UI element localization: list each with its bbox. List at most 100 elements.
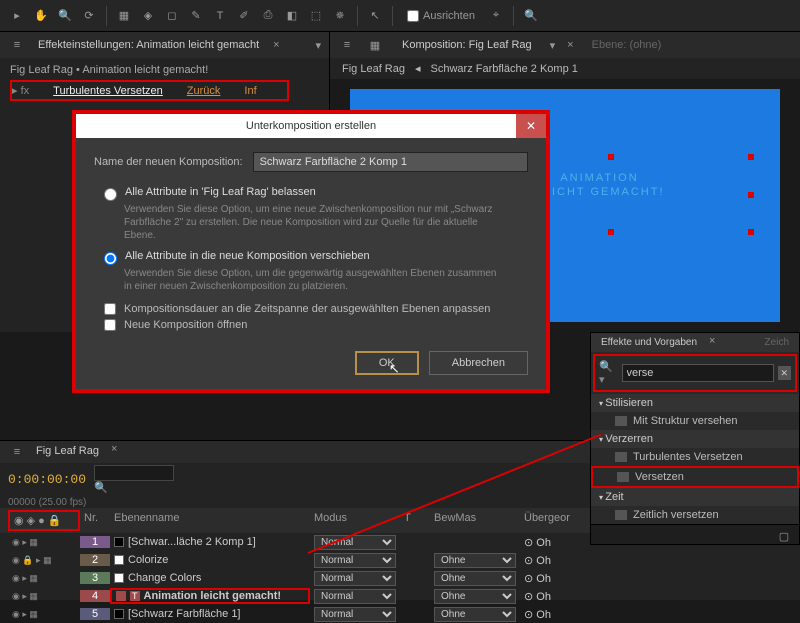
nr-column-header: Nr. <box>80 510 110 531</box>
breadcrumb-item[interactable]: Schwarz Farbfläche 2 Komp 1 <box>431 63 578 75</box>
av-column-header: ◉ ◈ ● 🔒 <box>8 510 80 531</box>
panel-menu-icon[interactable]: ≡ <box>8 36 26 54</box>
effect-item[interactable]: Turbulentes Versetzen <box>591 448 799 466</box>
transform-handle[interactable] <box>748 192 754 198</box>
align-checkbox[interactable]: Ausrichten <box>401 8 481 24</box>
cancel-button[interactable]: Abbrechen <box>429 351 528 375</box>
effect-info: Inf <box>244 85 256 97</box>
mode-select[interactable]: Normal <box>314 607 396 622</box>
precompose-dialog: Unterkomposition erstellen ✕ Name der ne… <box>72 110 550 393</box>
effect-name[interactable]: Turbulentes Versetzen <box>53 85 163 97</box>
layer-row[interactable]: ◉ ▸ ▦ 4 TAnimation leicht gemacht! Norma… <box>0 587 800 605</box>
adjust-duration-checkbox[interactable]: Kompositionsdauer an die Zeitspanne der … <box>104 303 528 315</box>
zoom-tool-icon[interactable]: 🔍 <box>56 7 74 25</box>
mode-select[interactable]: Normal <box>314 553 396 568</box>
pen-tool-icon[interactable]: ✎ <box>187 7 205 25</box>
mode-select[interactable]: Normal <box>314 571 396 586</box>
layer-row[interactable]: ◉ ▸ ▦ 3 Change Colors Normal Ohne ⊙ Oh <box>0 569 800 587</box>
fps-label: 00000 (25.00 fps) <box>8 497 86 508</box>
transform-handle[interactable] <box>748 229 754 235</box>
effect-path: Fig Leaf Rag • Animation leicht gemacht! <box>10 64 319 76</box>
roto-tool-icon[interactable]: ⬚ <box>307 7 325 25</box>
text-layer[interactable]: ANIMATION LEICHT GEMACHT! <box>534 171 664 200</box>
effect-category[interactable]: Stilisieren <box>591 394 799 412</box>
panel-folder-icon[interactable]: ▢ <box>775 527 793 545</box>
rotate-tool-icon[interactable]: ⟳ <box>80 7 98 25</box>
separator <box>513 6 514 26</box>
breadcrumb-item[interactable]: Fig Leaf Rag <box>342 63 405 75</box>
t-column-header: T <box>400 510 430 531</box>
transform-handle[interactable] <box>748 154 754 160</box>
effects-presets-tab[interactable]: Effekte und Vorgaben <box>595 335 703 350</box>
timeline-search-input[interactable] <box>94 465 174 481</box>
stamp-tool-icon[interactable]: ⎙ <box>259 7 277 25</box>
mode-select[interactable]: Normal <box>314 535 396 550</box>
timecode[interactable]: 0:00:00:00 <box>8 472 86 487</box>
name-column-header: Ebenenname <box>110 510 310 531</box>
effect-row: ▸ fx Turbulentes Versetzen Zurück Inf <box>10 80 289 101</box>
selection-tool-icon[interactable]: ▸ <box>8 7 26 25</box>
panel-menu-icon[interactable]: ≡ <box>8 443 26 461</box>
dialog-title: Unterkomposition erstellen <box>246 120 376 132</box>
hand-tool-icon[interactable]: ✋ <box>32 7 50 25</box>
zeich-tab[interactable]: Zeich <box>759 335 795 350</box>
effect-item[interactable]: Zeitlich versetzen <box>591 506 799 524</box>
comp-icon: ▦ <box>366 36 384 54</box>
leave-attributes-radio[interactable] <box>104 188 117 201</box>
effect-reset-link[interactable]: Zurück <box>187 85 221 97</box>
ok-button[interactable]: OK ↖ <box>355 351 419 375</box>
cursor-tool-icon[interactable]: ↖ <box>366 7 384 25</box>
effect-settings-tab[interactable]: Effekteinstellungen: Animation leicht ge… <box>30 37 267 53</box>
clear-search-icon[interactable]: ✕ <box>778 366 791 380</box>
parent-column-header: Übergeor <box>520 510 580 531</box>
composition-tab[interactable]: Komposition: Fig Leaf Rag <box>394 37 540 53</box>
separator <box>392 6 393 26</box>
panel-chevron-icon[interactable]: ▾ <box>315 39 321 52</box>
effects-search-input[interactable] <box>622 364 774 382</box>
transform-handle[interactable] <box>608 154 614 160</box>
effect-category[interactable]: Zeit <box>591 488 799 506</box>
tab-close-icon[interactable]: × <box>273 39 279 51</box>
effects-presets-panel: Effekte und Vorgaben × Zeich 🔍▾ ✕ Stilis… <box>590 332 800 545</box>
track-matte-select[interactable]: Ohne <box>434 589 516 604</box>
mode-select[interactable]: Normal <box>314 589 396 604</box>
search-icon[interactable]: 🔍 <box>522 7 540 25</box>
move-attributes-radio[interactable] <box>104 252 117 265</box>
breadcrumb: Fig Leaf Rag ◂ Schwarz Farbfläche 2 Komp… <box>330 58 800 79</box>
dialog-close-button[interactable]: ✕ <box>516 114 546 138</box>
tab-close-icon[interactable]: × <box>111 443 117 461</box>
brush-tool-icon[interactable]: ✐ <box>235 7 253 25</box>
layer-row[interactable]: ◉ 🔒 ▸ ▦ 2 Colorize Normal Ohne ⊙ Oh <box>0 551 800 569</box>
track-matte-select[interactable]: Ohne <box>434 553 516 568</box>
composition-name-input[interactable] <box>253 152 528 172</box>
timeline-search[interactable]: 🔍 <box>94 465 174 494</box>
main-toolbar: ▸ ✋ 🔍 ⟳ ▦ ◈ ◻ ✎ T ✐ ⎙ ◧ ⬚ ✵ ↖ Ausrichten… <box>0 0 800 32</box>
track-matte-select[interactable]: Ohne <box>434 607 516 622</box>
effect-item[interactable]: Mit Struktur versehen <box>591 412 799 430</box>
trk-column-header: BewMas <box>430 510 520 531</box>
effect-category[interactable]: Verzerren <box>591 430 799 448</box>
effect-item-versetzen[interactable]: Versetzen <box>591 466 799 488</box>
transform-handle[interactable] <box>608 229 614 235</box>
tab-close-icon[interactable]: × <box>709 335 715 350</box>
ebene-tab[interactable]: Ebene: (ohne) <box>584 37 670 53</box>
radio-label: Alle Attribute in die neue Komposition v… <box>125 250 370 262</box>
snap-icon[interactable]: ⌖ <box>487 7 505 25</box>
timeline-tab[interactable]: Fig Leaf Rag <box>26 443 109 461</box>
panel-menu-icon[interactable]: ≡ <box>338 36 356 54</box>
eraser-tool-icon[interactable]: ◧ <box>283 7 301 25</box>
effect-icon <box>615 452 627 462</box>
separator <box>357 6 358 26</box>
track-matte-select[interactable]: Ohne <box>434 571 516 586</box>
shape-tool-icon[interactable]: ◻ <box>163 7 181 25</box>
anchor-tool-icon[interactable]: ◈ <box>139 7 157 25</box>
puppet-tool-icon[interactable]: ✵ <box>331 7 349 25</box>
camera-tool-icon[interactable]: ▦ <box>115 7 133 25</box>
layer-row[interactable]: ◉ ▸ ▦ 5 [Schwarz Farbfläche 1] Normal Oh… <box>0 605 800 623</box>
tab-close-icon[interactable]: × <box>567 39 573 51</box>
separator <box>106 6 107 26</box>
open-composition-checkbox[interactable]: Neue Komposition öffnen <box>104 319 528 331</box>
radio-description: Verwenden Sie diese Option, um die gegen… <box>124 267 504 293</box>
text-tool-icon[interactable]: T <box>211 7 229 25</box>
effect-icon <box>617 472 629 482</box>
